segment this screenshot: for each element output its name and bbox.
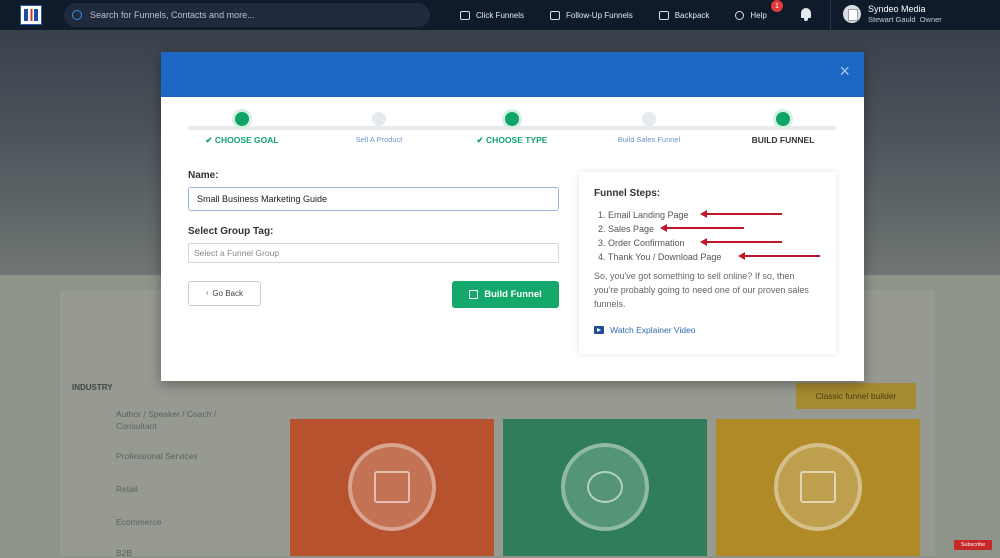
- search-bar[interactable]: Search for Funnels, Contacts and more...: [64, 3, 430, 27]
- funnel-card[interactable]: [716, 419, 920, 556]
- edit-icon: [469, 290, 479, 299]
- annotation-arrow: [738, 252, 820, 260]
- bell-icon[interactable]: [800, 8, 812, 21]
- funnel-card[interactable]: [290, 419, 494, 556]
- follow-up-icon: [550, 10, 561, 20]
- step-label-text: CHOOSE GOAL: [214, 135, 279, 145]
- help-notification-badge: 1: [771, 0, 783, 12]
- annotation-arrow: [660, 224, 744, 232]
- card-icon-circle: [774, 443, 862, 531]
- nav-divider: [830, 0, 831, 30]
- step-dot: [776, 112, 790, 126]
- funnel-description: So, you've got something to sell online?…: [594, 271, 809, 309]
- funnel-steps-panel: Funnel Steps: 1. Email Landing Page 2. S…: [579, 172, 836, 354]
- industry-item[interactable]: Retail: [116, 484, 138, 494]
- funnel-icon: [460, 10, 470, 20]
- card-icon-circle: [561, 443, 649, 531]
- step-sell-product[interactable]: Sell A Product: [356, 135, 403, 144]
- nav-click-funnels[interactable]: Click Funnels: [460, 10, 525, 20]
- step-dot: [372, 112, 386, 126]
- step-dot: [505, 112, 519, 126]
- account-name[interactable]: Syndeo Media: [868, 4, 926, 14]
- nav-label: Click Funnels: [476, 10, 525, 20]
- funnel-step-item: 3. Order Confirmation: [598, 238, 685, 248]
- funnel-card[interactable]: [503, 419, 707, 556]
- industry-item[interactable]: Author / Speaker / Coach / Consultant: [116, 408, 246, 432]
- industry-item[interactable]: B2B: [116, 548, 132, 558]
- classic-funnel-builder-button[interactable]: Classic funnel builder: [796, 383, 916, 409]
- account-avatar[interactable]: [843, 5, 861, 23]
- nav-label: Follow-Up Funnels: [566, 10, 633, 20]
- step-dot: [235, 112, 249, 126]
- step-dot: [642, 112, 656, 126]
- help-icon: [735, 10, 745, 20]
- go-back-label: Go Back: [212, 289, 244, 298]
- funnel-step-item: 4. Thank You / Download Page: [598, 252, 722, 262]
- cart-icon: [800, 471, 836, 503]
- build-funnel-label: Build Funnel: [484, 289, 542, 300]
- account-user: Stewart Gauld Owner: [868, 15, 942, 24]
- nav-follow-up-funnels[interactable]: Follow-Up Funnels: [550, 10, 633, 20]
- video-icon: [594, 326, 604, 334]
- build-funnel-button[interactable]: Build Funnel: [452, 281, 559, 308]
- group-tag-label: Select Group Tag:: [188, 226, 274, 237]
- watch-explainer-link[interactable]: Watch Explainer Video: [594, 325, 696, 335]
- industry-heading: INDUSTRY: [72, 383, 113, 392]
- nav-backpack[interactable]: Backpack: [658, 10, 710, 20]
- search-placeholder: Search for Funnels, Contacts and more...: [90, 10, 255, 20]
- annotation-arrow: [700, 210, 782, 218]
- close-icon[interactable]: ×: [839, 62, 850, 80]
- nav-label: Help: [750, 10, 767, 20]
- funnel-steps-title: Funnel Steps:: [594, 188, 661, 199]
- backpack-icon: [658, 10, 669, 20]
- progress-track: [188, 126, 836, 130]
- card-icon-circle: [348, 443, 436, 531]
- funnel-step-item: 1. Email Landing Page: [598, 210, 689, 220]
- account-role: Owner: [919, 15, 942, 24]
- funnel-name-input[interactable]: [188, 187, 559, 211]
- step-choose-type[interactable]: ✔ CHOOSE TYPE: [477, 135, 548, 146]
- modal-header: ×: [161, 52, 864, 97]
- account-user-name: Stewart Gauld: [868, 15, 916, 24]
- step-build-funnel[interactable]: BUILD FUNNEL: [752, 135, 815, 145]
- funnel-group-select[interactable]: Select a Funnel Group: [188, 243, 559, 263]
- nav-label: Backpack: [674, 10, 710, 20]
- industry-item[interactable]: Ecommerce: [116, 517, 161, 527]
- presentation-icon: [374, 471, 410, 503]
- go-back-button[interactable]: ‹ Go Back: [188, 281, 261, 306]
- step-choose-goal[interactable]: ✔ CHOOSE GOAL: [205, 135, 278, 146]
- annotation-arrow: [700, 238, 782, 246]
- coins-icon: [587, 471, 623, 503]
- youtube-subscribe-badge[interactable]: Subscribe: [954, 540, 992, 550]
- search-icon: [72, 10, 82, 20]
- funnel-step-item: 2. Sales Page: [598, 224, 655, 234]
- step-build-sales-funnel[interactable]: Build Sales Funnel: [618, 135, 681, 144]
- industry-item[interactable]: Professional Services: [116, 451, 198, 461]
- chevron-left-icon: ‹: [205, 290, 209, 297]
- nav-help[interactable]: Help: [735, 10, 767, 20]
- build-funnel-modal: × ✔ CHOOSE GOAL Sell A Product ✔ CHOOSE …: [161, 52, 864, 381]
- name-label: Name:: [188, 170, 219, 181]
- app-logo[interactable]: [20, 5, 42, 25]
- watch-explainer-label: Watch Explainer Video: [610, 325, 696, 335]
- step-label-text: CHOOSE TYPE: [486, 135, 548, 145]
